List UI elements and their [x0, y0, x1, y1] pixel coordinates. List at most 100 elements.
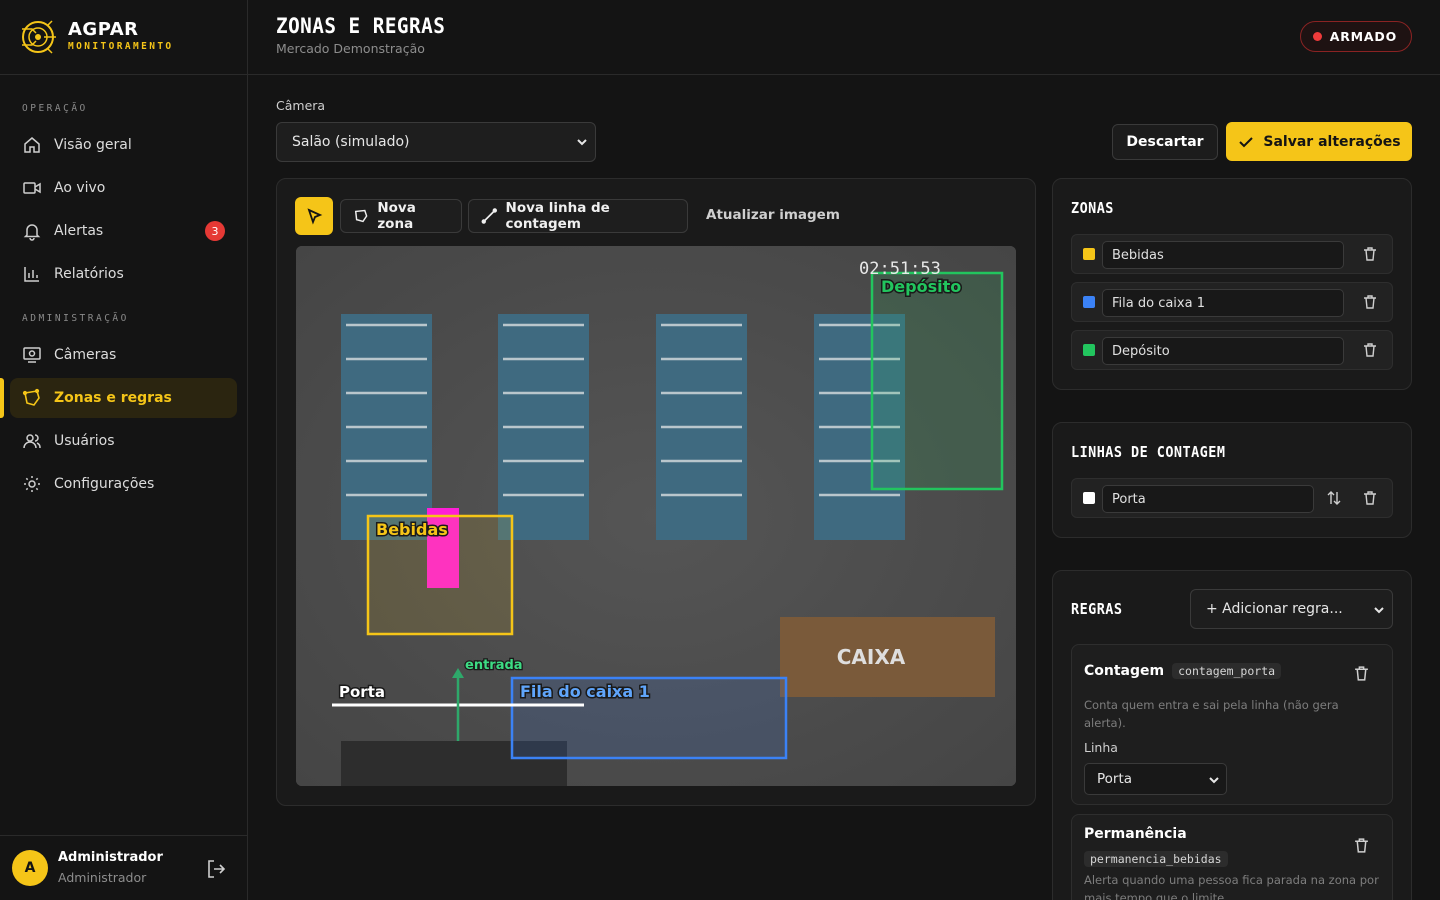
- chevron-down-icon: [1209, 777, 1219, 784]
- active-indicator: [0, 378, 4, 418]
- home-icon: [24, 137, 40, 153]
- counter-label: CAIXA: [837, 645, 906, 669]
- status-label: ARMADO: [1329, 29, 1397, 44]
- page-subtitle: Mercado Demonstração: [276, 41, 425, 56]
- add-rule-label: + Adicionar regra...: [1206, 601, 1343, 617]
- trash-icon[interactable]: [1362, 490, 1378, 506]
- save-button[interactable]: Salvar alterações: [1226, 122, 1412, 161]
- bell-icon: [23, 224, 41, 241]
- sidebar-item-configuracoes[interactable]: Configurações: [10, 464, 237, 504]
- sidebar-item-label: Zonas e regras: [54, 390, 172, 406]
- sidebar-item-label: Câmeras: [54, 347, 117, 363]
- trash-icon[interactable]: [1353, 665, 1370, 682]
- monitor-icon: [23, 347, 41, 363]
- sidebar-item-label: Visão geral: [54, 137, 132, 153]
- nav-section-admin: ADMINISTRAÇÃO: [22, 313, 129, 324]
- sidebar-item-relatorios[interactable]: Relatórios: [10, 254, 237, 294]
- refresh-image-button[interactable]: Atualizar imagem: [706, 207, 840, 223]
- color-swatch[interactable]: [1083, 296, 1095, 308]
- zones-title: ZONAS: [1071, 199, 1114, 217]
- brand: AGPAR MONITORAMENTO: [0, 0, 247, 75]
- line-name-input[interactable]: Porta: [1102, 485, 1314, 513]
- sidebar-item-cameras[interactable]: Câmeras: [10, 335, 237, 375]
- color-swatch[interactable]: [1083, 492, 1095, 504]
- rules-title: REGRAS: [1071, 600, 1123, 618]
- brand-subtitle: MONITORAMENTO: [68, 41, 174, 52]
- discard-button[interactable]: Descartar: [1112, 124, 1218, 160]
- lines-title: LINHAS DE CONTAGEM: [1071, 443, 1226, 461]
- zone-row: Depósito: [1071, 330, 1393, 370]
- new-line-label: Nova linha de contagem: [505, 200, 610, 232]
- rule-code: permanencia_bebidas: [1084, 851, 1228, 867]
- trash-icon[interactable]: [1362, 342, 1378, 358]
- zone-row: Fila do caixa 1: [1071, 282, 1393, 322]
- sidebar-item-ao-vivo[interactable]: Ao vivo: [10, 168, 237, 208]
- zone-deposito-label: Depósito: [881, 277, 961, 296]
- zone-name-input[interactable]: Fila do caixa 1: [1102, 289, 1344, 317]
- page-title: ZONAS E REGRAS: [276, 14, 446, 38]
- trash-icon[interactable]: [1362, 246, 1378, 262]
- logout-icon[interactable]: [205, 858, 227, 880]
- page-header: ZONAS E REGRAS Mercado Demonstração ARMA…: [248, 0, 1440, 75]
- chevron-down-icon: [577, 139, 587, 146]
- trash-icon[interactable]: [1353, 837, 1370, 854]
- user-box: A Administrador Administrador: [0, 835, 248, 900]
- color-swatch[interactable]: [1083, 344, 1095, 356]
- avatar[interactable]: A: [12, 850, 48, 886]
- counting-line-label: Porta: [339, 683, 385, 701]
- sun-gear-icon: [24, 476, 40, 492]
- logo-icon: [22, 20, 56, 54]
- sidebar-item-zonas-e-regras[interactable]: Zonas e regras: [10, 378, 237, 418]
- chevron-down-icon: [1374, 607, 1384, 614]
- sidebar-item-label: Configurações: [54, 476, 155, 492]
- bar-chart-icon: [24, 267, 39, 282]
- rule-name: Contagem: [1084, 663, 1165, 679]
- sidebar: AGPAR MONITORAMENTO OPERAÇÃO Visão geral…: [0, 0, 248, 900]
- sidebar-item-label: Relatórios: [54, 266, 124, 282]
- sidebar-item-visao-geral[interactable]: Visão geral: [10, 125, 237, 165]
- color-swatch[interactable]: [1083, 248, 1095, 260]
- rule-field-label: Linha: [1084, 740, 1118, 755]
- line-icon: [481, 208, 497, 224]
- video-icon: [23, 182, 41, 194]
- rule-line-value: Porta: [1097, 771, 1133, 787]
- zone-deposito[interactable]: [870, 271, 1004, 491]
- sidebar-item-label: Ao vivo: [54, 180, 106, 196]
- rule-line-select[interactable]: Porta: [1084, 763, 1227, 795]
- add-rule-select[interactable]: + Adicionar regra...: [1190, 589, 1393, 629]
- zone-fila-label: Fila do caixa 1: [520, 682, 650, 701]
- select-tool-button[interactable]: [295, 197, 333, 235]
- camera-canvas[interactable]: CAIXA Bebidas Fila do caixa 1 Depósito 0…: [296, 246, 1016, 786]
- camera-preview: CAIXA Bebidas Fila do caixa 1 Depósito 0…: [296, 246, 1016, 786]
- brand-name: AGPAR: [68, 19, 139, 40]
- sidebar-item-usuarios[interactable]: Usuários: [10, 421, 237, 461]
- new-zone-label: Nova zona: [377, 200, 416, 232]
- users-icon: [23, 434, 41, 449]
- zone-name-input[interactable]: Depósito: [1102, 337, 1344, 365]
- swap-direction-icon[interactable]: [1326, 490, 1342, 506]
- sidebar-item-alertas[interactable]: Alertas 3: [10, 211, 237, 251]
- trash-icon[interactable]: [1362, 294, 1378, 310]
- zone-bebidas-label: Bebidas: [376, 520, 448, 539]
- timestamp: 02:51:53: [859, 259, 941, 279]
- camera-select-value: Salão (simulado): [292, 134, 410, 150]
- new-zone-button[interactable]: Nova zona: [340, 199, 462, 233]
- camera-label: Câmera: [276, 98, 326, 113]
- zone-name-input[interactable]: Bebidas: [1102, 241, 1344, 269]
- alert-count-badge: 3: [205, 221, 225, 241]
- sidebar-item-label: Alertas: [54, 223, 104, 239]
- rule-card: Contagem contagem_porta Conta quem entra…: [1071, 644, 1393, 805]
- polygon-icon: [354, 209, 368, 223]
- sidebar-item-label: Usuários: [54, 433, 115, 449]
- rule-header: Contagem contagem_porta: [1084, 663, 1282, 679]
- polygon-icon: [22, 388, 40, 406]
- user-name: Administrador: [58, 850, 163, 865]
- armed-status-badge[interactable]: ARMADO: [1299, 21, 1412, 52]
- check-icon: [1239, 136, 1254, 147]
- camera-select[interactable]: Salão (simulado): [276, 122, 596, 162]
- save-button-label: Salvar alterações: [1263, 133, 1401, 150]
- rule-description: Alerta quando uma pessoa fica parada na …: [1084, 873, 1379, 900]
- rule-description: Conta quem entra e sai pela linha (não g…: [1084, 698, 1339, 730]
- rule-code: contagem_porta: [1172, 663, 1282, 679]
- new-counting-line-button[interactable]: Nova linha de contagem: [468, 199, 688, 233]
